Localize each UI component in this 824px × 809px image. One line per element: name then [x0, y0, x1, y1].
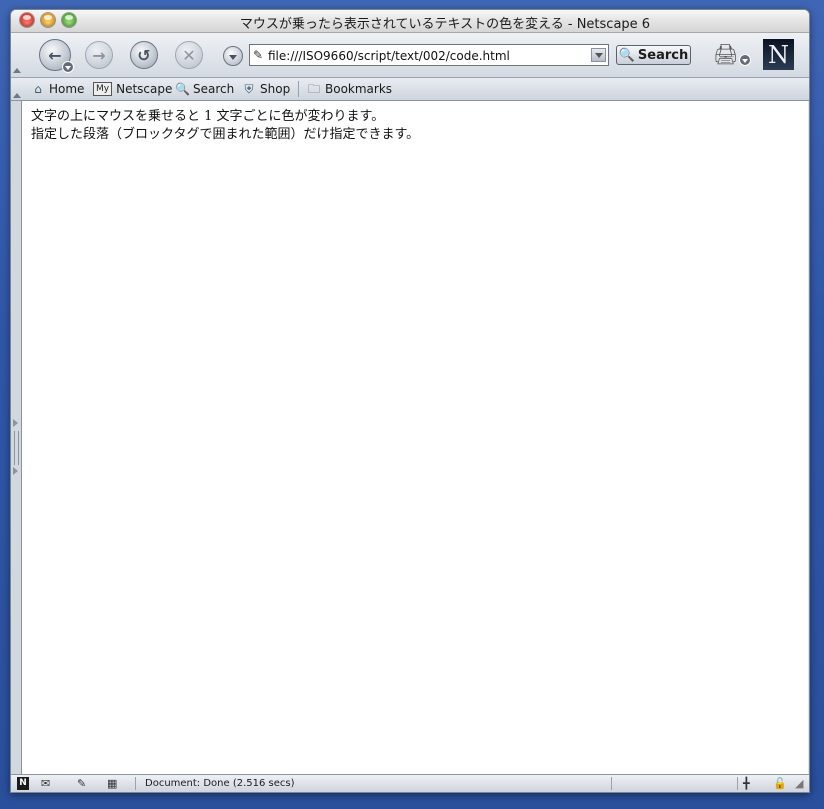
netscape-logo[interactable]: N: [763, 39, 794, 70]
page-content: 文字の上にマウスを乗せると 1 文字ごとに色が変わります。 指定した段落（ブロッ…: [21, 101, 808, 774]
search-button-label: Search: [637, 47, 689, 63]
sidebar-expand-icon[interactable]: [13, 467, 18, 475]
url-dropdown-icon[interactable]: [591, 48, 606, 62]
print-dropdown-icon[interactable]: [739, 54, 751, 66]
netscape-logo-letter: N: [768, 40, 789, 69]
close-window-button[interactable]: [20, 13, 34, 27]
personal-item-search[interactable]: 🔍 Search: [175, 81, 234, 97]
content-line[interactable]: 指定した段落（ブロックタグで囲まれた範囲）だけ指定できます。: [31, 127, 419, 143]
personal-item-label: Home: [49, 82, 85, 96]
personal-item-label: Bookmarks: [325, 82, 393, 96]
reload-button[interactable]: ↺: [130, 41, 158, 69]
url-history-dropdown-icon[interactable]: [223, 46, 243, 66]
online-status-icon[interactable]: ╋: [743, 777, 750, 790]
folder-icon: 🗀: [307, 82, 320, 96]
personal-item-label: Search: [193, 82, 235, 96]
magnifier-icon: 🔍: [618, 47, 635, 63]
minimize-window-button[interactable]: [41, 13, 55, 27]
window-title: マウスが乗ったら表示されているテキストの色を変える - Netscape 6: [239, 17, 651, 32]
sidebar-drag-handle[interactable]: [14, 431, 19, 465]
page-proxy-icon[interactable]: ✎: [253, 48, 263, 62]
print-button[interactable]: 🖨: [713, 42, 751, 66]
back-button[interactable]: ←: [39, 39, 74, 73]
status-divider: [611, 777, 612, 790]
personal-item-home[interactable]: ⌂ Home: [31, 81, 84, 97]
personal-item-shop[interactable]: ⛨ Shop: [242, 81, 290, 97]
url-bar: ✎: [249, 44, 609, 66]
content-line[interactable]: 文字の上にマウスを乗せると 1 文字ごとに色が変わります。: [31, 109, 384, 125]
title-bar: マウスが乗ったら表示されているテキストの色を変える - Netscape 6: [11, 10, 809, 33]
status-text: Document: Done (2.516 secs): [145, 778, 295, 789]
sidebar-grip[interactable]: [11, 101, 21, 774]
my-netscape-icon: My: [93, 82, 113, 96]
back-history-dropdown-icon[interactable]: [62, 61, 74, 73]
navigation-toolbar: ← → ↺ ✕ ✎ 🔍 Search 🖨 N: [11, 33, 809, 78]
forward-arrow-icon: →: [92, 45, 106, 65]
printer-icon: 🖨: [713, 42, 739, 66]
personal-item-label: Netscape: [116, 82, 173, 96]
resize-grip-icon[interactable]: ◢: [795, 777, 803, 790]
netscape-task-icon[interactable]: N: [17, 777, 29, 790]
home-icon: ⌂: [34, 82, 42, 96]
forward-button[interactable]: →: [85, 41, 113, 69]
instant-messenger-icon[interactable]: ✎: [77, 777, 86, 790]
stop-icon: ✕: [182, 45, 196, 65]
sidebar-expand-icon[interactable]: [13, 419, 18, 427]
security-lock-icon[interactable]: 🔓: [773, 777, 787, 790]
search-button[interactable]: 🔍 Search: [616, 45, 691, 65]
shop-icon: ⛨: [244, 82, 254, 96]
personal-item-bookmarks[interactable]: 🗀 Bookmarks: [307, 81, 392, 97]
personal-toolbar-grip[interactable]: [13, 90, 21, 98]
personal-item-label: Shop: [260, 82, 291, 96]
personal-item-my-netscape[interactable]: My Netscape: [93, 81, 172, 97]
back-arrow-icon: ←: [48, 45, 62, 65]
reload-icon: ↺: [137, 45, 151, 65]
composer-icon[interactable]: ▦: [107, 777, 117, 790]
status-bar: N ✉ ✎ ▦ Document: Done (2.516 secs) ╋ 🔓 …: [11, 774, 809, 792]
stop-button[interactable]: ✕: [175, 41, 203, 69]
toolbar-collapse-grip[interactable]: [13, 65, 21, 73]
status-divider: [737, 777, 738, 790]
personal-toolbar: ⌂ Home My Netscape 🔍 Search ⛨ Shop 🗀 Boo…: [11, 78, 809, 101]
browser-window: マウスが乗ったら表示されているテキストの色を変える - Netscape 6 ←…: [10, 9, 810, 793]
zoom-window-button[interactable]: [62, 13, 76, 27]
url-input[interactable]: [268, 48, 586, 64]
status-divider: [135, 777, 136, 790]
search-icon: 🔍: [175, 82, 190, 96]
mail-icon[interactable]: ✉: [41, 777, 50, 790]
toolbar-separator: [298, 81, 299, 97]
